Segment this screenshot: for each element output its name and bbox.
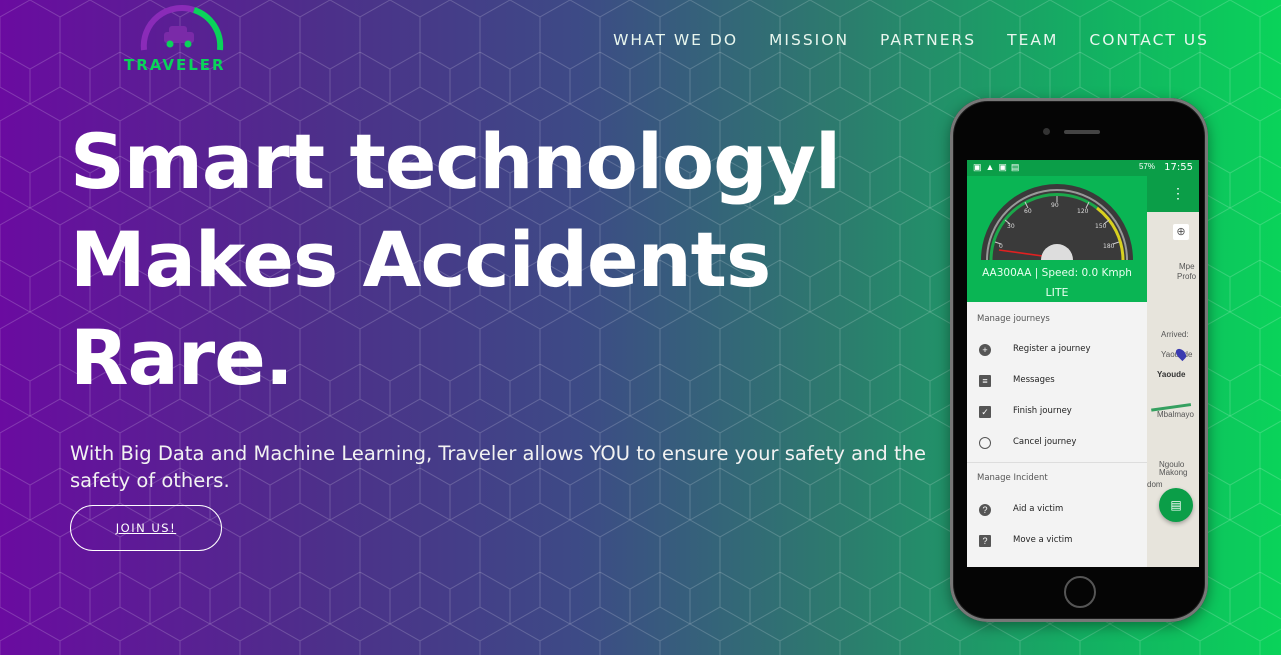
hero-title-line-2: Makes Accidents: [70, 215, 771, 304]
menu-item-label: Aid a victim: [1013, 504, 1064, 514]
notification-icons: ▣▲▣▤: [973, 162, 1024, 172]
gauge-tick-label: 150: [1095, 223, 1107, 230]
hero-title-line-1: Smart technologyl: [70, 117, 841, 206]
status-bar: ▣▲▣▤ 57% 17:55: [967, 160, 1199, 176]
navigation-drawer: 0 30 60 90 120 150 180 AA300AA | Speed: …: [967, 176, 1147, 567]
menu-item-label: Move a victim: [1013, 535, 1073, 545]
gauge-tick-label: 60: [1024, 208, 1032, 215]
route-line: [1146, 373, 1192, 412]
hero-title-line-3: Rare.: [70, 313, 294, 402]
brand-name: TRAVELER: [124, 56, 226, 74]
logo[interactable]: TRAVELER: [120, 4, 230, 76]
overflow-menu-icon[interactable]: ⋮: [1171, 185, 1185, 202]
phone-mockup: ▣▲▣▤ 57% 17:55 ⋮ ⊕ Mpe Profo Arrived: Ya…: [950, 98, 1208, 622]
map-label: dom: [1147, 480, 1163, 489]
nav-team[interactable]: TEAM: [1007, 31, 1058, 49]
drawer-divider: [967, 462, 1147, 463]
menu-item-label: Register a journey: [1013, 344, 1091, 354]
car-speedometer-logo-icon: [140, 5, 224, 51]
map-label: Arrived:: [1161, 330, 1189, 339]
status-time: 17:55: [1164, 162, 1193, 173]
menu-item-label: Messages: [1013, 375, 1055, 385]
nav-mission[interactable]: MISSION: [769, 31, 849, 49]
phone-home-button: [1064, 576, 1096, 608]
gauge-tick-label: 180: [1103, 243, 1115, 250]
finish-journey-item[interactable]: ✓ Finish journey: [967, 401, 1147, 425]
hero-subtitle: With Big Data and Machine Learning, Trav…: [70, 442, 926, 492]
phone-bezel: ▣▲▣▤ 57% 17:55 ⋮ ⊕ Mpe Profo Arrived: Ya…: [954, 102, 1204, 618]
move-victim-item[interactable]: ? Move a victim: [967, 530, 1147, 554]
map-label: Makong: [1159, 468, 1188, 477]
manage-journeys-label: Manage journeys: [977, 314, 1050, 324]
gauge-tick-label: 90: [1051, 202, 1059, 209]
phone-speaker: [1064, 130, 1100, 134]
speedometer-gauge: 0 30 60 90 120 150 180: [981, 184, 1133, 261]
nav-what-we-do[interactable]: WHAT WE DO: [613, 31, 738, 49]
nav-partners[interactable]: PARTNERS: [880, 31, 976, 49]
check-clipboard-icon: ✓: [979, 406, 991, 418]
phone-screen: ▣▲▣▤ 57% 17:55 ⋮ ⊕ Mpe Profo Arrived: Ya…: [967, 160, 1199, 567]
hero-title: Smart technologyl Makes Accidents Rare.: [70, 113, 930, 407]
gauge-tick-label: 0: [999, 243, 1003, 250]
help-circle-icon: ?: [979, 504, 991, 516]
map-label: Mbalmayo: [1157, 410, 1194, 419]
battery-indicator: 57%: [1138, 162, 1155, 171]
chat-icon: ≡: [979, 375, 991, 387]
cancel-journey-item[interactable]: Cancel journey: [967, 432, 1147, 456]
manage-incident-label: Manage Incident: [977, 473, 1048, 483]
map-label: Profo: [1177, 272, 1197, 281]
drawer-header: 0 30 60 90 120 150 180 AA300AA | Speed: …: [967, 176, 1147, 302]
map-panel[interactable]: ⋮ ⊕ Mpe Profo Arrived: Yaounde Yaoude Mb…: [1146, 176, 1199, 567]
nav-contact-us[interactable]: CONTACT US: [1089, 31, 1209, 49]
add-circle-icon: +: [979, 344, 991, 356]
aid-victim-item[interactable]: ? Aid a victim: [967, 499, 1147, 523]
map-label: Mpe: [1179, 262, 1195, 271]
register-journey-item[interactable]: + Register a journey: [967, 339, 1147, 363]
phone-camera: [1043, 128, 1050, 135]
help-box-icon: ?: [979, 535, 991, 547]
plate-speed-readout: AA300AA | Speed: 0.0 Kmph: [982, 267, 1132, 279]
menu-item-label: Cancel journey: [1013, 437, 1077, 447]
block-icon: [979, 437, 991, 449]
messages-item[interactable]: ≡ Messages: [967, 370, 1147, 394]
gauge-tick-label: 30: [1007, 223, 1015, 230]
menu-item-label: Finish journey: [1013, 406, 1072, 416]
edition-label: LITE: [1045, 286, 1069, 299]
chat-fab-icon[interactable]: ▤: [1159, 488, 1193, 522]
gauge-tick-label: 120: [1077, 208, 1089, 215]
main-nav: WHAT WE DO MISSION PARTNERS TEAM CONTACT…: [582, 31, 1209, 49]
join-us-button[interactable]: JOIN US!: [70, 505, 222, 551]
my-location-icon[interactable]: ⊕: [1173, 224, 1189, 240]
